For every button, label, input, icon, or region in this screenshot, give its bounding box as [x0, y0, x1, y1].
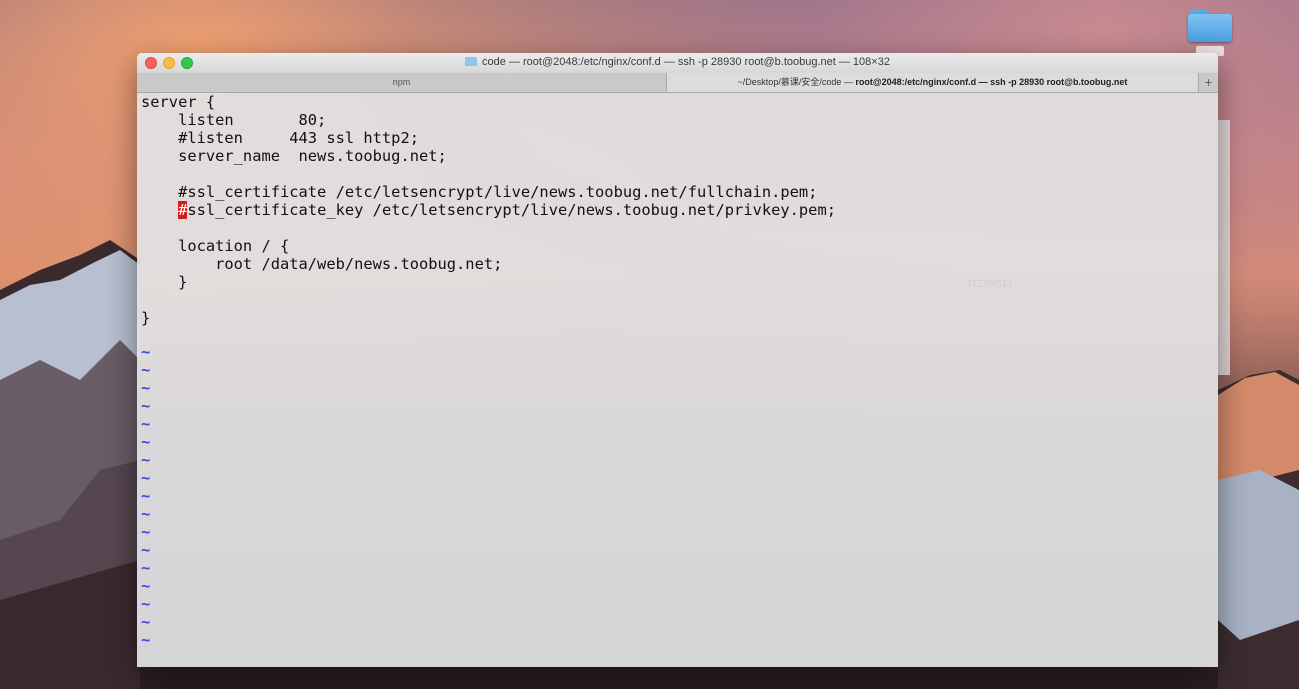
empty-line-tilde: ~ [141, 505, 151, 523]
code-line: server { [141, 93, 216, 111]
tab-bar: npm ~/Desktop/慕课/安全/code — root@2048:/et… [137, 73, 1218, 93]
editor-content[interactable]: server { listen 80; #listen 443 ssl http… [137, 93, 1218, 667]
code-line: location / { [141, 237, 290, 255]
empty-line-tilde: ~ [141, 487, 151, 505]
empty-line-tilde: ~ [141, 343, 151, 361]
folder-icon [465, 57, 478, 66]
add-tab-icon[interactable]: + [1198, 73, 1218, 92]
tab-label: npm [392, 77, 411, 87]
empty-line-tilde: ~ [141, 559, 151, 577]
title-bar[interactable]: code — root@2048:/etc/nginx/conf.d — ssh… [137, 53, 1218, 74]
empty-line-tilde: ~ [141, 361, 151, 379]
code-line-cursor: #ssl_certificate_key /etc/letsencrypt/li… [141, 201, 836, 219]
empty-line-tilde: ~ [141, 577, 151, 595]
empty-line-tilde: ~ [141, 469, 151, 487]
tab-label-prefix: ~/Desktop/慕课/安全/code — [737, 77, 856, 87]
window-title-wrap: code — root@2048:/etc/nginx/conf.d — ssh… [137, 56, 1218, 68]
watermark-text: 712390513 [967, 279, 1012, 290]
empty-line-tilde: ~ [141, 523, 151, 541]
empty-line-tilde: ~ [141, 433, 151, 451]
code-line: #ssl_certificate /etc/letsencrypt/live/n… [141, 183, 818, 201]
code-line-rest: ssl_certificate_key /etc/letsencrypt/liv… [187, 201, 836, 219]
code-line: } [141, 309, 151, 327]
empty-line-tilde: ~ [141, 379, 151, 397]
code-line: #listen 443 ssl http2; [141, 129, 419, 147]
empty-line-tilde: ~ [141, 397, 151, 415]
code-line: root /data/web/news.toobug.net; [141, 255, 503, 273]
folder-icon [1188, 14, 1232, 42]
empty-line-tilde: ~ [141, 595, 151, 613]
text-cursor: # [178, 201, 188, 219]
empty-line-tilde: ~ [141, 631, 151, 649]
empty-line-tilde: ~ [141, 415, 151, 433]
desktop-folder-icon[interactable] [1188, 8, 1232, 56]
tab-npm[interactable]: npm [137, 73, 667, 92]
window-title: code — root@2048:/etc/nginx/conf.d — ssh… [482, 56, 890, 68]
code-line: listen 80; [141, 111, 327, 129]
tab-ssh-session[interactable]: ~/Desktop/慕课/安全/code — root@2048:/etc/ng… [667, 73, 1198, 92]
code-line: } [141, 273, 188, 291]
empty-line-tilde: ~ [141, 451, 151, 469]
empty-line-tilde: ~ [141, 541, 151, 559]
scrollbar-area[interactable] [1218, 120, 1230, 375]
terminal-window: code — root@2048:/etc/nginx/conf.d — ssh… [137, 53, 1218, 667]
tab-label-bold: root@2048:/etc/nginx/conf.d — ssh -p 289… [855, 77, 1128, 87]
code-line: server_name news.toobug.net; [141, 147, 447, 165]
empty-line-tilde: ~ [141, 613, 151, 631]
